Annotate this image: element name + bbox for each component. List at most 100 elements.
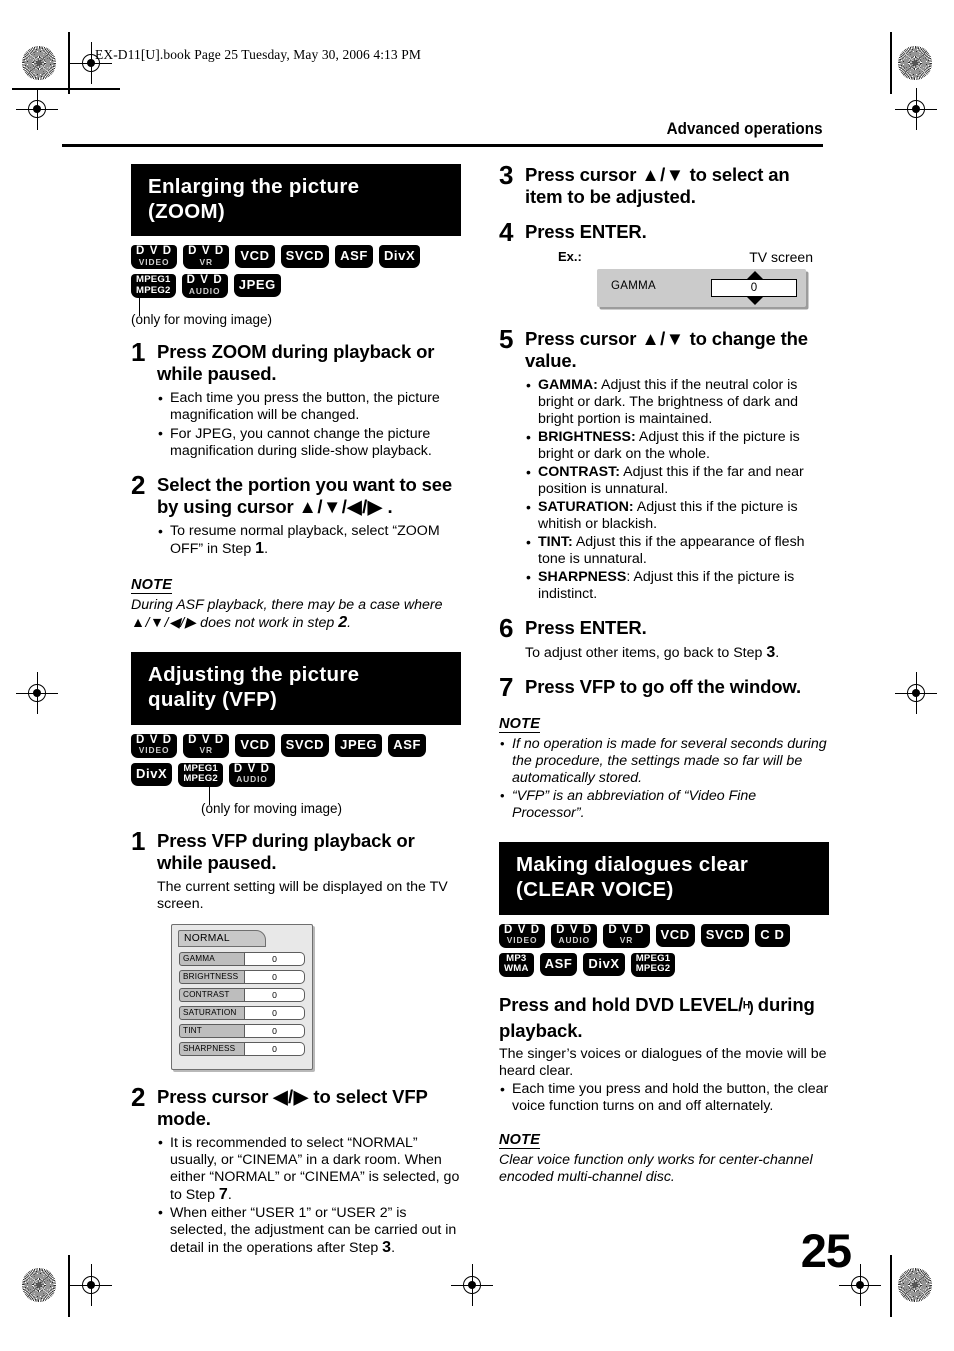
format-badge-line1: ASF — [340, 248, 368, 263]
step-title: Press cursor ◀/▶ to select VFP mode. — [157, 1086, 461, 1130]
format-badge-line2: VR — [619, 935, 634, 945]
step-number: 3 — [499, 160, 514, 190]
clear-voice-body: The singer’s voices or dialogues of the … — [499, 1045, 827, 1079]
bullet-text-b: . — [227, 1186, 232, 1203]
osd-vfp-row: GAMMA 0 — [179, 951, 305, 966]
osd-vfp-row-value: 0 — [245, 951, 305, 966]
format-badge: D V D VR — [183, 245, 230, 269]
format-badge: D V D AUDIO — [551, 923, 598, 948]
osd-vfp-panel: NORMAL GAMMA 0 BRIGHTNESS 0 CONTRAST 0 SATURAT… — [171, 923, 313, 1070]
book-file-header: EX-D11[U].book Page 25 Tuesday, May 30, … — [95, 47, 421, 62]
note-items: If no operation is made for several seco… — [499, 735, 829, 822]
format-badge-line2: AUDIO — [236, 774, 268, 785]
step-ref: 3 — [382, 1238, 392, 1256]
step-vfp-6: 6 Press ENTER. To adjust other items, go… — [499, 615, 829, 663]
bullet-description: Adjust this if the appearance of flesh t… — [538, 534, 805, 567]
step-note-text-a: To adjust other items, go back to Step — [525, 645, 767, 661]
arrow-down-icon — [747, 297, 763, 305]
step-number: 2 — [131, 1081, 146, 1112]
format-badge-line1: D V D — [136, 245, 173, 257]
list-item: SHARPNESS: Adjust this if the picture is… — [525, 569, 829, 603]
format-badge: D V D AUDIO — [181, 274, 228, 298]
step-number: 7 — [499, 671, 514, 702]
note-label: NOTE — [131, 576, 173, 594]
list-item: GAMMA: Adjust this if the neutral color … — [525, 377, 829, 428]
moire-target-top-right — [898, 46, 932, 80]
example-label: Ex.: — [558, 249, 582, 264]
format-badge-line1: DivX — [588, 955, 620, 971]
running-head: Advanced operations — [666, 120, 823, 138]
osd-vfp-row-label: SATURATION — [179, 1005, 245, 1020]
note-clear-voice: NOTE Clear voice function only works for… — [499, 1131, 829, 1186]
step-note-text-b: . — [775, 645, 780, 661]
osd-vfp-row-label: TINT — [179, 1023, 245, 1038]
format-badge: JPEG — [335, 733, 383, 757]
step-title: Press ENTER. — [525, 221, 647, 242]
osd-gamma-name: GAMMA — [611, 280, 656, 292]
format-badge-line2: VR — [199, 256, 213, 267]
format-badge: D V D VR — [183, 733, 230, 758]
moving-image-caption-zoom: (only for moving image) — [131, 312, 273, 327]
osd-vfp-row-value: 0 — [245, 1005, 305, 1020]
step-title: Press VFP to go off the window. — [525, 675, 801, 697]
cursor-arrows-icon: ◀/▶ — [273, 1085, 309, 1107]
format-badge: DivX — [131, 762, 173, 786]
step-zoom-2: 2 Select the portion you want to see by … — [131, 470, 461, 560]
format-badge-line1: SVCD — [285, 248, 325, 263]
step-vfp-5: 5 Press cursor ▲/▼ to change the value. … — [499, 324, 829, 604]
format-badge: VCD — [235, 733, 275, 757]
step-note: The current setting will be displayed on… — [157, 878, 448, 913]
osd-gamma-value: 0 — [711, 279, 797, 297]
format-badge: MPEG1 MPEG2 — [630, 952, 676, 977]
format-badge: MPEG1 MPEG2 — [178, 762, 223, 787]
format-badge: DivX — [378, 245, 421, 268]
format-badge-line1: DivX — [383, 248, 416, 263]
format-badge: D V D AUDIO — [228, 762, 276, 787]
format-badge-line1: C D — [760, 926, 785, 942]
step-number: 2 — [131, 470, 146, 501]
list-item: When either “USER 1” or “USER 2” is sele… — [157, 1204, 461, 1257]
section-banner-vfp-line2: quality (VFP) — [148, 687, 278, 711]
osd-vfp-row-value: 0 — [245, 969, 305, 984]
cursor-arrows-icon: ▲/▼ — [641, 328, 685, 349]
step-number: 5 — [499, 324, 514, 354]
format-badge-line1: VCD — [240, 248, 270, 263]
osd-vfp-row-label: SHARPNESS — [179, 1041, 245, 1056]
step-vfp-3: 3 Press cursor ▲/▼ to select an item to … — [499, 160, 829, 208]
step-title: Press ENTER. — [525, 617, 647, 638]
step-bullets: Each time you press the button, the pict… — [157, 390, 461, 460]
format-badge-line2: AUDIO — [558, 935, 590, 945]
osd-vfp-mode-tab: NORMAL — [178, 929, 305, 947]
step-ref: 7 — [218, 1185, 228, 1203]
registration-mark-left-middle — [16, 672, 58, 714]
format-badge-list-vfp: D V D VIDEO D V D VR VCD SVCD JPEG ASF DivX MPEG1… — [131, 733, 461, 787]
format-badge: VCD — [235, 245, 275, 268]
right-column: 3 Press cursor ▲/▼ to select an item to … — [499, 160, 829, 1186]
step-vfp-4: 4 Press ENTER. Ex.: TV screen GAMMA 0 — [499, 219, 829, 324]
bullet-term: GAMMA: — [538, 377, 598, 393]
moving-image-note-zoom: (only for moving image) — [131, 298, 461, 328]
bullet-text-a: When either “USER 1” or “USER 2” is sele… — [170, 1204, 457, 1256]
bullet-text-b: . — [264, 541, 269, 558]
moire-target-bottom-right — [898, 1268, 932, 1302]
format-badge: DivX — [583, 952, 625, 976]
format-badge: C D — [755, 923, 790, 947]
step-title: Press VFP during playback or while pause… — [157, 829, 415, 873]
list-item: CONTRAST: Adjust this if the far and nea… — [525, 464, 829, 498]
format-badge-line2: AUDIO — [188, 285, 221, 296]
format-badge: VCD — [655, 923, 695, 947]
bullet-term: TINT: — [538, 534, 573, 550]
list-item: If no operation is made for several seco… — [499, 735, 829, 787]
heading-text-a: Press and hold DVD LEVEL/ — [499, 993, 744, 1015]
osd-gamma-example: Ex.: TV screen GAMMA 0 — [525, 249, 829, 324]
clear-voice-bullets: Each time you press and hold the button,… — [499, 1081, 829, 1115]
format-badge-line2: MPEG2 — [183, 773, 218, 785]
step-ref: 1 — [255, 540, 265, 558]
list-item: To resume normal playback, select “ZOOM … — [157, 523, 461, 559]
step-title: Press cursor ▲/▼ to select an item to be… — [525, 164, 829, 208]
bullet-term: BRIGHTNESS: — [538, 429, 636, 445]
note-text-a: During ASF playback, there may be a case… — [131, 596, 443, 613]
bullet-text-a: To resume normal playback, select “ZOOM … — [170, 523, 440, 558]
format-badge: D V D VR — [603, 923, 650, 948]
bullet-term: SHARPNESS — [538, 569, 627, 585]
